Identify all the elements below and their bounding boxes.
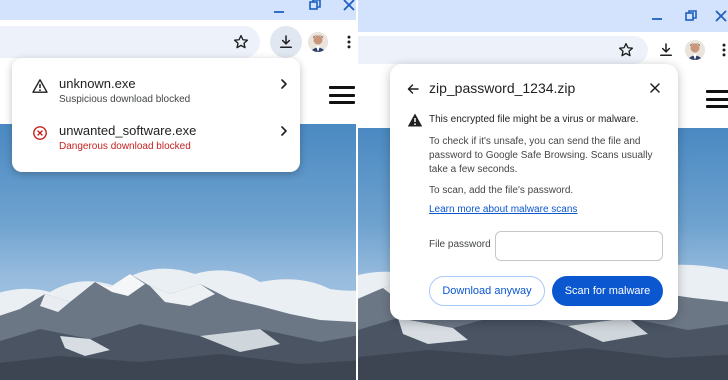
download-status: Dangerous download blocked: [59, 141, 191, 152]
hamburger-menu-icon[interactable]: [329, 86, 355, 104]
description-line: To check if it's unsafe, you can send th…: [429, 136, 641, 147]
more-vert-icon[interactable]: [710, 36, 728, 64]
download-icon[interactable]: [270, 26, 302, 58]
avatar[interactable]: [308, 32, 328, 52]
minimize-icon[interactable]: [650, 10, 664, 24]
description-line: password to Google Safe Browsing. Scans …: [429, 150, 653, 161]
download-item-unknown[interactable]: unknown.exe Suspicious download blocked: [12, 72, 300, 122]
address-bar[interactable]: [0, 26, 260, 58]
minimize-icon[interactable]: [272, 3, 286, 17]
hamburger-menu-icon[interactable]: [706, 90, 728, 108]
toolbar: [358, 32, 728, 68]
downloads-bubble: unknown.exe Suspicious download blocked …: [12, 58, 300, 172]
more-vert-icon[interactable]: [335, 28, 356, 56]
browser-window-right: zip_password_1234.zip This encrypted fil…: [358, 0, 728, 380]
file-password-input[interactable]: [495, 231, 663, 261]
warning-message: This encrypted file might be a virus or …: [429, 114, 639, 125]
chevron-right-icon[interactable]: [278, 125, 290, 137]
instruction-text: To scan, add the file's password.: [429, 185, 574, 196]
title-bar: [358, 0, 728, 32]
title-bar: [0, 0, 356, 20]
close-icon[interactable]: [647, 80, 663, 96]
warning-icon: [32, 78, 48, 94]
learn-more-link[interactable]: Learn more about malware scans: [429, 204, 577, 215]
password-label: File password: [429, 239, 491, 250]
restore-icon[interactable]: [308, 0, 322, 12]
scan-for-malware-button[interactable]: Scan for malware: [552, 276, 663, 306]
star-icon[interactable]: [612, 36, 640, 64]
chevron-right-icon[interactable]: [278, 78, 290, 90]
description-line: take a few seconds.: [429, 164, 518, 175]
download-item-unwanted[interactable]: unwanted_software.exe Dangerous download…: [12, 119, 300, 169]
browser-window-left: unknown.exe Suspicious download blocked …: [0, 0, 356, 380]
restore-icon[interactable]: [684, 9, 698, 23]
download-status: Suspicious download blocked: [59, 94, 191, 105]
arrow-back-icon[interactable]: [405, 81, 421, 97]
warning-icon: [407, 112, 423, 128]
close-icon[interactable]: [714, 9, 728, 23]
star-icon[interactable]: [227, 28, 255, 56]
close-icon[interactable]: [342, 0, 356, 12]
download-filename: unwanted_software.exe: [59, 123, 197, 138]
dialog-title: zip_password_1234.zip: [429, 80, 576, 96]
dangerous-icon: [32, 125, 48, 141]
download-anyway-button[interactable]: Download anyway: [429, 276, 545, 306]
avatar[interactable]: [685, 40, 705, 60]
download-icon[interactable]: [652, 36, 680, 64]
download-filename: unknown.exe: [59, 76, 136, 91]
address-bar[interactable]: [358, 36, 648, 64]
malware-scan-dialog: zip_password_1234.zip This encrypted fil…: [390, 64, 678, 320]
